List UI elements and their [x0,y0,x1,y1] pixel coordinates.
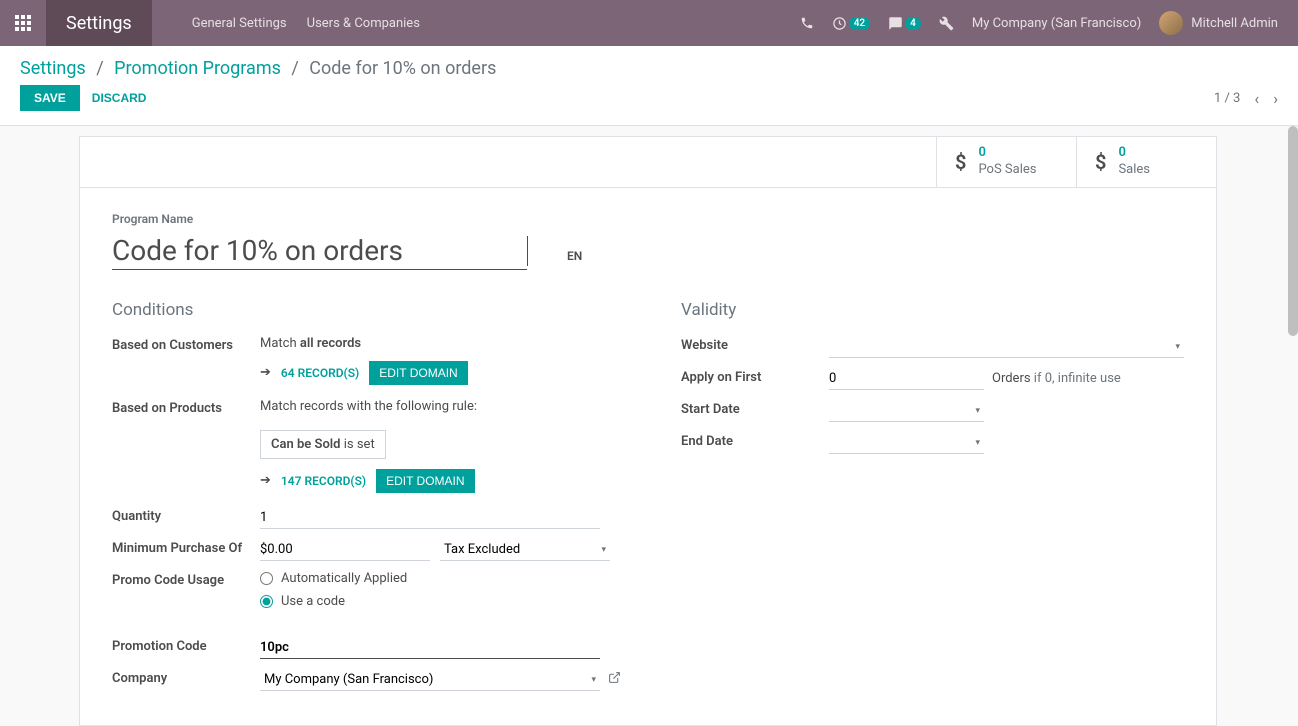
save-button[interactable]: SAVE [20,85,80,111]
user-menu[interactable]: Mitchell Admin [1159,11,1278,35]
company-switcher[interactable]: My Company (San Francisco) [972,16,1141,31]
quantity-input[interactable] [260,507,600,529]
orders-note: Orders if 0, infinite use [992,371,1121,386]
user-name: Mitchell Admin [1191,16,1278,31]
title-section: Program Name EN [112,212,1184,270]
nav-right: 42 4 My Company (San Francisco) Mitchell… [800,11,1298,35]
stat-pos-sales[interactable]: $ 0 PoS Sales [936,137,1076,187]
top-nav: Settings General Settings Users & Compan… [0,0,1298,46]
program-name-label: Program Name [112,212,1184,226]
min-purchase-input[interactable] [260,539,430,561]
tax-select[interactable]: Tax Excluded [440,539,610,561]
arrow-right-icon: ➔ [260,473,271,488]
validity-heading: Validity [681,300,1184,320]
min-purchase-label: Minimum Purchase Of [112,539,260,556]
activities-button[interactable]: 42 [832,16,870,31]
stat-pos-label: PoS Sales [978,162,1036,179]
edit-products-domain-button[interactable]: EDIT DOMAIN [376,469,474,493]
rule-badge: Can be Sold is set [260,430,386,459]
scrollbar[interactable] [1288,126,1298,726]
program-name-input[interactable] [112,232,527,270]
website-select[interactable] [829,336,1184,358]
brand-title[interactable]: Settings [46,0,152,46]
stat-buttons: $ 0 PoS Sales $ 0 Sales [80,137,1216,188]
scroll-thumb[interactable] [1288,126,1298,336]
form-body: Program Name EN Conditions Based on Cust… [80,188,1216,725]
auto-applied-label[interactable]: Automatically Applied [281,571,407,586]
pager-text: 1 / 3 [1214,91,1240,106]
activities-badge: 42 [849,17,870,30]
auto-applied-radio[interactable] [260,572,273,585]
form-area: $ 0 PoS Sales $ 0 Sales Program Name [0,125,1298,726]
apply-first-label: Apply on First [681,368,829,385]
breadcrumb: Settings / Promotion Programs / Code for… [20,58,496,79]
use-code-label[interactable]: Use a code [281,594,345,609]
breadcrumb-root[interactable]: Settings [20,58,86,79]
stat-sales-label: Sales [1118,162,1150,179]
actions-row: SAVE DISCARD 1 / 3 ‹ › [0,85,1298,125]
pager: 1 / 3 ‹ › [1214,89,1278,108]
phone-icon[interactable] [800,16,814,30]
external-link-icon[interactable] [608,671,621,688]
columns: Conditions Based on Customers Match all … [112,300,1184,701]
start-date-input[interactable] [829,400,984,422]
avatar-icon [1159,11,1183,35]
based-customers-label: Based on Customers [112,336,260,353]
discard-button[interactable]: DISCARD [92,91,147,105]
breadcrumb-mid[interactable]: Promotion Programs [114,58,281,79]
products-match-text: Match records with the following rule: [260,399,621,414]
promotion-code-label: Promotion Code [112,637,260,654]
form-sheet: $ 0 PoS Sales $ 0 Sales Program Name [79,136,1217,726]
company-label: Company [112,669,260,686]
promotion-code-input[interactable] [260,637,600,659]
stat-sales-value: 0 [1118,145,1150,162]
nav-users-companies[interactable]: Users & Companies [307,16,420,31]
end-date-label: End Date [681,432,829,449]
validity-column: Validity Website Apply on First [681,300,1184,701]
conditions-column: Conditions Based on Customers Match all … [112,300,621,701]
breadcrumb-current: Code for 10% on orders [309,58,496,79]
website-label: Website [681,336,829,353]
customers-match-text: Match all records [260,336,621,351]
promo-usage-label: Promo Code Usage [112,571,260,588]
quantity-label: Quantity [112,507,260,524]
products-records-link[interactable]: 147 RECORD(S) [281,474,366,488]
edit-customers-domain-button[interactable]: EDIT DOMAIN [369,361,467,385]
stat-pos-value: 0 [978,145,1036,162]
arrow-right-icon: ➔ [260,365,271,380]
dollar-icon: $ [955,150,966,174]
nav-general-settings[interactable]: General Settings [192,16,287,31]
nav-links: General Settings Users & Companies [192,16,420,31]
breadcrumb-row: Settings / Promotion Programs / Code for… [0,46,1298,85]
start-date-label: Start Date [681,400,829,417]
dollar-icon: $ [1095,150,1106,174]
company-select[interactable]: My Company (San Francisco) [260,669,600,691]
apply-first-input[interactable] [829,368,984,390]
pager-prev-icon[interactable]: ‹ [1254,89,1259,108]
apps-menu-button[interactable] [0,0,46,46]
use-code-radio[interactable] [260,595,273,608]
pager-next-icon[interactable]: › [1273,89,1278,108]
text-caret [527,236,528,266]
debug-icon[interactable] [939,16,954,31]
end-date-input[interactable] [829,432,984,454]
messages-badge: 4 [905,17,921,30]
conditions-heading: Conditions [112,300,621,320]
lang-toggle[interactable]: EN [567,249,582,263]
based-products-label: Based on Products [112,399,260,416]
apps-grid-icon [15,15,31,31]
messages-button[interactable]: 4 [888,16,921,31]
stat-sales[interactable]: $ 0 Sales [1076,137,1216,187]
customers-records-link[interactable]: 64 RECORD(S) [281,366,359,380]
